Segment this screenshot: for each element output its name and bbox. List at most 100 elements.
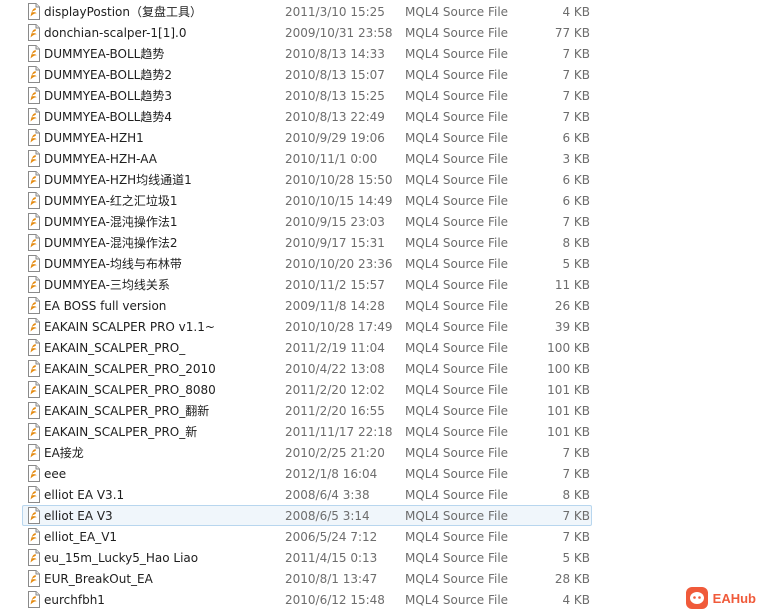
mql4-file-icon: [28, 171, 40, 188]
file-row[interactable]: eu_15m_Lucky5_Hao Liao 2011/4/15 0:13 MQL4…: [22, 547, 592, 568]
file-date-modified: 2006/5/24 7:12: [285, 530, 378, 544]
file-row[interactable]: DUMMYEA-BOLL趋势2 2010/8/13 15:07 MQL4 Sourc…: [22, 64, 592, 85]
file-row[interactable]: EA接龙 2010/2/25 21:20 MQL4 Source File 7 KB: [22, 442, 592, 463]
file-row[interactable]: DUMMYEA-混沌操作法1 2010/9/15 23:03 MQL4 Source…: [22, 211, 592, 232]
file-type: MQL4 Source File: [405, 152, 509, 166]
file-row[interactable]: elliot EA V3 2008/6/5 3:14 MQL4 Source Fil…: [22, 505, 592, 526]
mql4-file-icon: [28, 570, 40, 587]
file-row[interactable]: DUMMYEA-HZH1 2010/9/29 19:06 MQL4 Source F…: [22, 127, 592, 148]
file-type: MQL4 Source File: [405, 362, 509, 376]
eahub-watermark: EAHub: [685, 586, 756, 610]
file-name: DUMMYEA-混沌操作法2: [44, 236, 178, 250]
mql4-file-icon: [28, 192, 40, 209]
file-name: EAKAIN_SCALPER_PRO_新: [44, 425, 198, 439]
file-date-modified: 2011/2/20 12:02: [285, 383, 385, 397]
mql4-file-icon: [28, 234, 40, 251]
file-row[interactable]: EA BOSS full version 2009/11/8 14:28 MQL4 …: [22, 295, 592, 316]
file-row[interactable]: EAKAIN SCALPER PRO v1.1~ 2010/10/28 17:49…: [22, 316, 592, 337]
file-date-modified: 2010/9/17 15:31: [285, 236, 385, 250]
mql4-file-icon: [28, 591, 40, 608]
file-row[interactable]: DUMMYEA-HZH均线通道1 2010/10/28 15:50 MQL4 Sou…: [22, 169, 592, 190]
watermark-text: EAHub: [712, 590, 756, 606]
mql4-file-icon: [28, 423, 40, 440]
mql4-file-icon: [28, 66, 40, 83]
mql4-file-icon: [28, 45, 40, 62]
mql4-file-icon: [28, 339, 40, 356]
file-size: 6 KB: [562, 194, 590, 208]
file-row[interactable]: donchian-scalper-1[1].0 2009/10/31 23:58 M…: [22, 22, 592, 43]
file-list: displayPostion（复盘工具） 2011/3/10 15:25 MQL4 …: [0, 0, 762, 613]
file-type: MQL4 Source File: [405, 425, 509, 439]
file-name: elliot EA V3.1: [44, 488, 125, 502]
file-type: MQL4 Source File: [405, 530, 509, 544]
file-name: elliot_EA_V1: [44, 530, 118, 544]
file-row[interactable]: elliot_EA_V1 2006/5/24 7:12 MQL4 Source Fi…: [22, 526, 592, 547]
file-date-modified: 2011/3/10 15:25: [285, 5, 385, 19]
mql4-file-icon: [28, 486, 40, 503]
file-type: MQL4 Source File: [405, 194, 509, 208]
file-size: 39 KB: [554, 320, 590, 334]
file-size: 3 KB: [562, 152, 590, 166]
file-row[interactable]: DUMMYEA-均线与布林带 2010/10/20 23:36 MQL4 Sourc…: [22, 253, 592, 274]
file-row[interactable]: DUMMYEA-BOLL趋势3 2010/8/13 15:25 MQL4 Sourc…: [22, 85, 592, 106]
file-date-modified: 2010/9/29 19:06: [285, 131, 385, 145]
mql4-file-icon: [28, 129, 40, 146]
file-row[interactable]: eee 2012/1/8 16:04 MQL4 Source File 7 KB: [22, 463, 592, 484]
file-size: 101 KB: [547, 383, 590, 397]
file-size: 5 KB: [562, 551, 590, 565]
file-date-modified: 2010/10/28 17:49: [285, 320, 393, 334]
mql4-file-icon: [28, 213, 40, 230]
file-row[interactable]: DUMMYEA-混沌操作法2 2010/9/17 15:31 MQL4 Source…: [22, 232, 592, 253]
file-size: 6 KB: [562, 173, 590, 187]
file-row[interactable]: EAKAIN_SCALPER_PRO_ 2011/2/19 11:04 MQL4 S…: [22, 337, 592, 358]
file-type: MQL4 Source File: [405, 446, 509, 460]
file-type: MQL4 Source File: [405, 89, 509, 103]
file-name: DUMMYEA-HZH1: [44, 131, 144, 145]
file-row[interactable]: DUMMYEA-BOLL趋势4 2010/8/13 22:49 MQL4 Sourc…: [22, 106, 592, 127]
file-name: elliot EA V3: [44, 509, 113, 523]
file-row[interactable]: EUR_BreakOut_EA 2010/8/1 13:47 MQL4 Source…: [22, 568, 592, 589]
file-row[interactable]: elliot EA V3.1 2008/6/4 3:38 MQL4 Source F…: [22, 484, 592, 505]
file-date-modified: 2009/10/31 23:58: [285, 26, 393, 40]
file-row[interactable]: EAKAIN_SCALPER_PRO_翻新 2011/2/20 16:55 MQL4…: [22, 400, 592, 421]
file-name: DUMMYEA-BOLL趋势: [44, 47, 165, 61]
file-type: MQL4 Source File: [405, 299, 509, 313]
file-name: DUMMYEA-均线与布林带: [44, 257, 182, 271]
file-date-modified: 2010/8/1 13:47: [285, 572, 378, 586]
file-row[interactable]: EAKAIN_SCALPER_PRO_8080 2011/2/20 12:02 MQ…: [22, 379, 592, 400]
file-size: 8 KB: [562, 488, 590, 502]
file-row[interactable]: DUMMYEA-HZH-AA 2010/11/1 0:00 MQL4 Source …: [22, 148, 592, 169]
file-date-modified: 2010/9/15 23:03: [285, 215, 385, 229]
file-name: EUR_BreakOut_EA: [44, 572, 153, 586]
file-date-modified: 2010/11/2 15:57: [285, 278, 385, 292]
file-row[interactable]: EAKAIN_SCALPER_PRO_新 2011/11/17 22:18 MQL4…: [22, 421, 592, 442]
file-row[interactable]: eurchfbh1 2010/6/12 15:48 MQL4 Source File…: [22, 589, 592, 610]
file-type: MQL4 Source File: [405, 488, 509, 502]
file-name: eu_15m_Lucky5_Hao Liao: [44, 551, 199, 565]
file-row[interactable]: EAKAIN_SCALPER_PRO_2010 2010/4/22 13:08 MQ…: [22, 358, 592, 379]
mql4-file-icon: [28, 87, 40, 104]
file-name: EAKAIN_SCALPER_PRO_: [44, 341, 186, 355]
file-type: MQL4 Source File: [405, 5, 509, 19]
file-size: 100 KB: [547, 362, 590, 376]
file-date-modified: 2011/11/17 22:18: [285, 425, 393, 439]
mql4-file-icon: [28, 276, 40, 293]
file-name: DUMMYEA-BOLL趋势2: [44, 68, 172, 82]
mql4-file-icon: [28, 528, 40, 545]
file-size: 6 KB: [562, 131, 590, 145]
file-row[interactable]: displayPostion（复盘工具） 2011/3/10 15:25 MQL4 …: [22, 1, 592, 22]
file-size: 7 KB: [562, 467, 590, 481]
file-type: MQL4 Source File: [405, 110, 509, 124]
file-row[interactable]: DUMMYEA-红之汇垃圾1 2010/10/15 14:49 MQL4 Sourc…: [22, 190, 592, 211]
file-size: 7 KB: [562, 68, 590, 82]
file-size: 26 KB: [554, 299, 590, 313]
file-type: MQL4 Source File: [405, 341, 509, 355]
file-type: MQL4 Source File: [405, 131, 509, 145]
mql4-file-icon: [28, 507, 40, 524]
file-row[interactable]: DUMMYEA-BOLL趋势 2010/8/13 14:33 MQL4 Source…: [22, 43, 592, 64]
file-name: EAKAIN_SCALPER_PRO_2010: [44, 362, 216, 376]
mql4-file-icon: [28, 549, 40, 566]
file-name: EAKAIN_SCALPER_PRO_翻新: [44, 404, 210, 418]
file-row[interactable]: DUMMYEA-三均线关系 2010/11/2 15:57 MQL4 Source …: [22, 274, 592, 295]
file-name: eurchfbh1: [44, 593, 105, 607]
